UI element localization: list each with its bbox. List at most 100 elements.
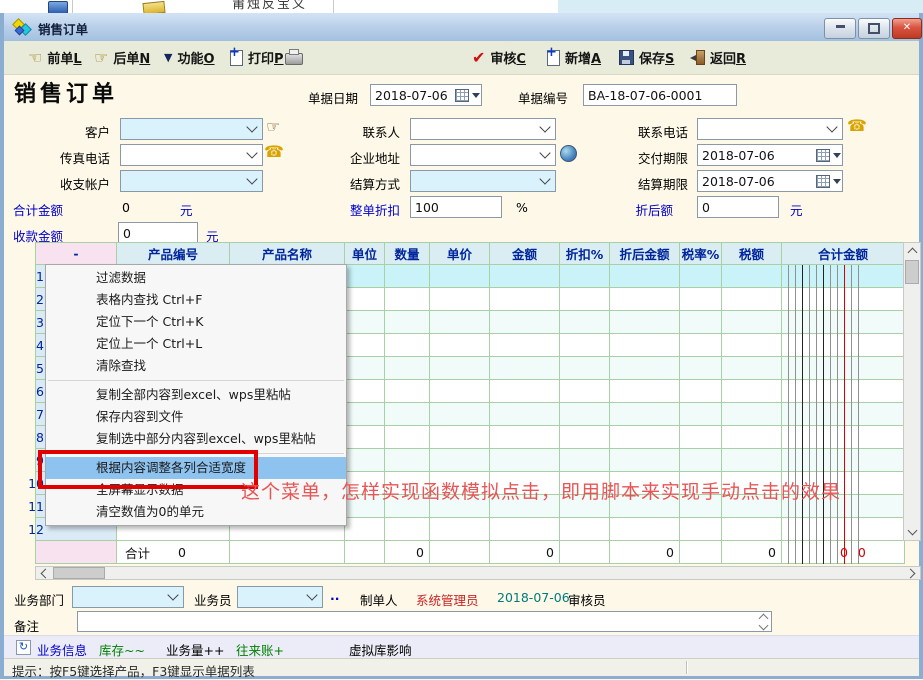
grid-header-name[interactable]: 产品名称: [230, 242, 345, 265]
doc-date-field[interactable]: 2018-07-06: [370, 84, 482, 106]
table-cell-price[interactable]: [430, 357, 490, 380]
table-cell-amount[interactable]: [490, 449, 560, 472]
table-cell-unit[interactable]: [345, 334, 385, 357]
calendar-button[interactable]: [455, 89, 481, 102]
table-cell-discamt[interactable]: [610, 426, 680, 449]
scrollbar-thumb[interactable]: [53, 567, 105, 579]
table-cell-discamt[interactable]: [610, 334, 680, 357]
spinner[interactable]: [760, 615, 767, 629]
doc-no-field[interactable]: BA-18-07-06-0001: [583, 84, 737, 106]
scroll-left-arrow[interactable]: [41, 569, 51, 579]
table-cell-taxrate[interactable]: [680, 449, 722, 472]
menu-item-5[interactable]: 复制全部内容到excel、wps里粘帖: [46, 384, 346, 406]
grid-header-price[interactable]: 单价: [430, 242, 490, 265]
table-cell-price[interactable]: [430, 449, 490, 472]
menu-item-6[interactable]: 保存内容到文件: [46, 406, 346, 428]
table-cell-amount[interactable]: [490, 311, 560, 334]
table-cell-discamt[interactable]: [610, 380, 680, 403]
settle-term-date-field[interactable]: 2018-07-06: [697, 170, 843, 192]
refresh-icon[interactable]: ↻: [16, 640, 31, 655]
grid-header-rownum[interactable]: -: [35, 242, 117, 265]
print-button[interactable]: 打印P: [230, 47, 284, 68]
table-cell-taxrate[interactable]: [680, 288, 722, 311]
discount-input[interactable]: 100: [410, 196, 502, 218]
table-cell-discamt[interactable]: [610, 449, 680, 472]
table-cell-discamt[interactable]: [610, 357, 680, 380]
browse-hand-icon[interactable]: [266, 117, 280, 136]
table-cell-tax[interactable]: [722, 265, 782, 288]
table-cell-qty[interactable]: [385, 518, 430, 541]
table-cell-price[interactable]: [430, 426, 490, 449]
calendar-button[interactable]: [816, 175, 842, 188]
new-button[interactable]: 新增A: [547, 47, 601, 68]
vertical-scrollbar[interactable]: [903, 242, 921, 541]
table-cell-price[interactable]: [430, 380, 490, 403]
prev-doc-button[interactable]: 前单L: [28, 47, 82, 68]
table-cell-unit[interactable]: [345, 403, 385, 426]
table-cell-tax[interactable]: [722, 426, 782, 449]
grid-header-unit[interactable]: 单位: [345, 242, 385, 265]
table-cell-unit[interactable]: [345, 311, 385, 334]
maximize-button[interactable]: [858, 18, 890, 39]
table-cell-amount[interactable]: [490, 334, 560, 357]
table-cell-amount[interactable]: [490, 518, 560, 541]
table-cell-discount[interactable]: [560, 334, 610, 357]
grid-header-code[interactable]: 产品编号: [117, 242, 230, 265]
minimize-button[interactable]: [824, 18, 856, 39]
table-cell-qty[interactable]: [385, 288, 430, 311]
horizontal-scrollbar[interactable]: [35, 566, 921, 580]
grid-header-discount[interactable]: 折扣%: [560, 242, 610, 265]
table-cell-amount[interactable]: [490, 380, 560, 403]
phone-icon[interactable]: [847, 116, 867, 135]
account-combo[interactable]: [120, 170, 263, 192]
fax-combo[interactable]: [120, 144, 263, 166]
printer-button[interactable]: [285, 47, 303, 68]
table-cell-taxrate[interactable]: [680, 518, 722, 541]
table-cell-unit[interactable]: [345, 449, 385, 472]
menu-item-4[interactable]: 清除查找: [46, 355, 346, 377]
grid-header-qty[interactable]: 数量: [385, 242, 430, 265]
table-cell-discount[interactable]: [560, 380, 610, 403]
scroll-down-arrow[interactable]: [908, 526, 918, 536]
table-cell-discamt[interactable]: [610, 518, 680, 541]
table-cell-price[interactable]: [430, 518, 490, 541]
menu-item-1[interactable]: 表格内查找 Ctrl+F: [46, 289, 346, 311]
menu-item-0[interactable]: 过滤数据: [46, 267, 346, 289]
table-cell-taxrate[interactable]: [680, 357, 722, 380]
table-cell-price[interactable]: [430, 311, 490, 334]
table-cell-amount[interactable]: [490, 288, 560, 311]
table-cell-discount[interactable]: [560, 403, 610, 426]
table-cell-tax[interactable]: [722, 380, 782, 403]
table-cell-discount[interactable]: [560, 426, 610, 449]
table-cell-taxrate[interactable]: [680, 265, 722, 288]
settle-method-combo[interactable]: [410, 170, 556, 192]
grid-header-amount[interactable]: 金额: [490, 242, 560, 265]
table-cell-discamt[interactable]: [610, 288, 680, 311]
calendar-button[interactable]: [816, 149, 842, 162]
table-cell-unit[interactable]: [345, 357, 385, 380]
info-label[interactable]: 业务信息: [37, 640, 87, 659]
table-cell-price[interactable]: [430, 403, 490, 426]
table-cell-price[interactable]: [430, 334, 490, 357]
menu-item-3[interactable]: 定位上一个 Ctrl+L: [46, 333, 346, 355]
table-cell-taxrate[interactable]: [680, 426, 722, 449]
table-cell-discount[interactable]: [560, 311, 610, 334]
table-cell-qty[interactable]: [385, 311, 430, 334]
table-cell-unit[interactable]: [345, 380, 385, 403]
discounted-input[interactable]: 0: [697, 196, 779, 218]
table-cell-qty[interactable]: [385, 357, 430, 380]
customer-combo[interactable]: [120, 118, 263, 140]
table-cell-unit[interactable]: [345, 265, 385, 288]
table-cell-discount[interactable]: [560, 449, 610, 472]
contact-phone-combo[interactable]: [697, 118, 843, 140]
table-cell-discount[interactable]: [560, 265, 610, 288]
functions-button[interactable]: 功能O: [164, 47, 215, 68]
back-button[interactable]: 返回R: [690, 47, 746, 68]
received-input[interactable]: 0: [118, 222, 198, 244]
table-cell-tax[interactable]: [722, 403, 782, 426]
table-cell-tax[interactable]: [722, 518, 782, 541]
table-cell-discount[interactable]: [560, 357, 610, 380]
grid-header-tax[interactable]: 税额: [722, 242, 782, 265]
phone-icon[interactable]: [264, 142, 284, 161]
salesman-combo[interactable]: [237, 586, 323, 608]
